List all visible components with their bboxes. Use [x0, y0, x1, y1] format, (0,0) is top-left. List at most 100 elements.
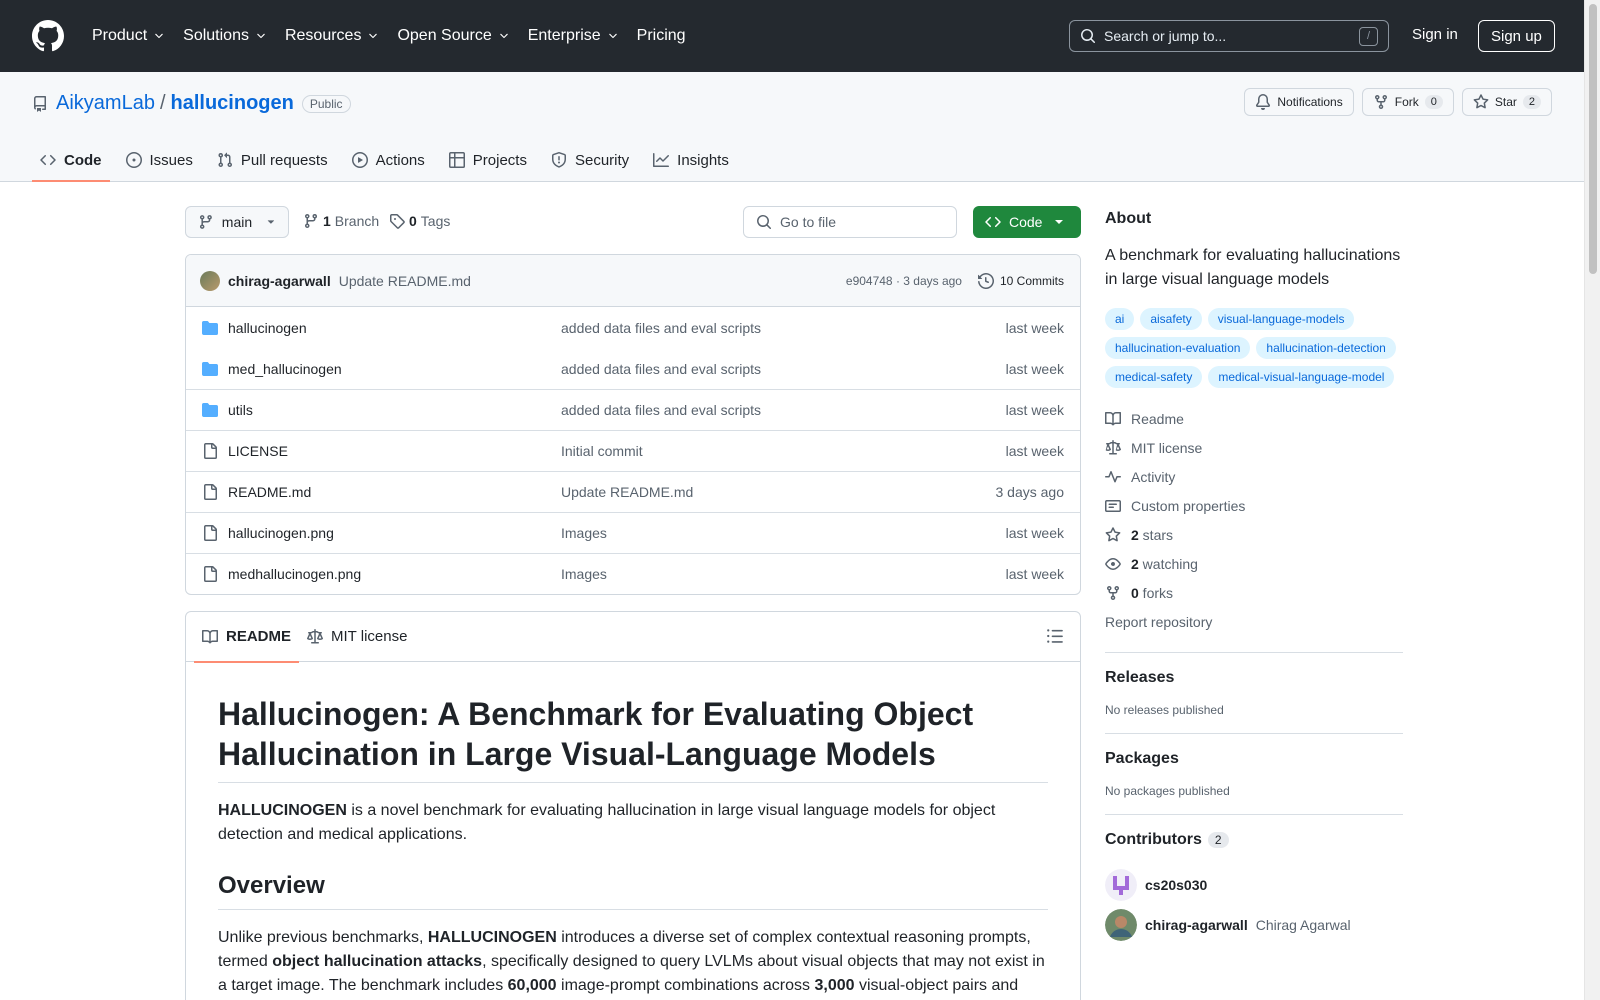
branch-selector[interactable]: main — [185, 206, 289, 238]
github-logo-icon[interactable] — [32, 20, 64, 52]
contributor-item[interactable]: cs20s030 — [1105, 865, 1403, 905]
tab-issues[interactable]: Issues — [118, 138, 201, 182]
tags-link[interactable]: 0 Tags — [389, 213, 450, 229]
file-name-link[interactable]: README.md — [228, 484, 561, 500]
topic-tag[interactable]: hallucination-evaluation — [1105, 337, 1251, 359]
about-link-note[interactable]: Custom properties — [1105, 491, 1403, 520]
commits-history-link[interactable]: 10 Commits — [977, 269, 1064, 293]
report-repository-link[interactable]: Report repository — [1105, 607, 1403, 636]
file-commit-message-link[interactable]: Initial commit — [561, 443, 1006, 459]
branches-link[interactable]: 1 Branch — [303, 213, 379, 229]
file-commit-message-link[interactable]: added data files and eval scripts — [561, 402, 1006, 418]
packages-heading[interactable]: Packages — [1105, 750, 1403, 768]
topic-tag[interactable]: medical-visual-language-model — [1208, 366, 1395, 388]
about-link-law[interactable]: MIT license — [1105, 433, 1403, 462]
scrollbar-thumb[interactable] — [1589, 4, 1597, 274]
fork-icon — [1374, 95, 1387, 110]
intro-bold: HALLUCINOGEN — [218, 802, 347, 819]
file-row[interactable]: medhallucinogen.png Images last week — [186, 553, 1080, 594]
file-row[interactable]: utils added data files and eval scripts la… — [186, 389, 1080, 430]
file-name-link[interactable]: medhallucinogen.png — [228, 566, 561, 582]
bold-text: 60,000 — [507, 977, 557, 994]
tab-actions[interactable]: Actions — [344, 138, 433, 182]
about-link-star[interactable]: 2 stars — [1105, 520, 1403, 549]
law-icon — [1105, 439, 1121, 454]
code-dropdown-button[interactable]: Code — [973, 206, 1081, 238]
commit-message-link[interactable]: Update README.md — [339, 273, 471, 289]
triangle-down-icon — [1055, 220, 1064, 224]
file-commit-message-link[interactable]: added data files and eval scripts — [561, 361, 1006, 377]
file-commit-message-link[interactable]: added data files and eval scripts — [561, 320, 1006, 336]
tab-projects[interactable]: Projects — [441, 138, 535, 182]
file-name-link[interactable]: hallucinogen — [228, 320, 561, 336]
nav-open-source[interactable]: Open Source — [391, 23, 515, 49]
pull-request-icon — [218, 152, 232, 168]
bold-text: 3,000 — [814, 977, 855, 994]
file-row[interactable]: LICENSE Initial commit last week — [186, 430, 1080, 471]
about-link-label: Readme — [1131, 411, 1184, 427]
file-commit-time: last week — [1005, 443, 1064, 459]
bold-text: object hallucination attacks — [272, 953, 483, 970]
list-icon[interactable] — [1046, 627, 1064, 645]
nav-enterprise[interactable]: Enterprise — [522, 23, 625, 49]
about-link-pulse[interactable]: Activity — [1105, 462, 1403, 491]
notifications-button[interactable]: Notifications — [1244, 88, 1354, 116]
file-row[interactable]: hallucinogen added data files and eval sc… — [186, 307, 1080, 348]
nav-solutions[interactable]: Solutions — [177, 23, 273, 49]
book-icon — [202, 629, 218, 643]
repo-owner-link[interactable]: AikyamLab — [56, 92, 155, 115]
avatar[interactable] — [200, 270, 220, 291]
text: visual-object pairs and — [854, 977, 1019, 994]
repo-title: AikyamLab / hallucinogen Public — [32, 92, 351, 115]
tab-insights[interactable]: Insights — [645, 138, 737, 182]
fork-button[interactable]: Fork 0 — [1361, 88, 1454, 116]
global-search-input[interactable]: Search or jump to... / — [1069, 20, 1389, 52]
file-icon — [204, 566, 217, 582]
file-commit-message-link[interactable]: Update README.md — [561, 484, 996, 500]
file-commit-message-link[interactable]: Images — [561, 566, 1006, 582]
signup-button[interactable]: Sign up — [1478, 20, 1555, 52]
topic-tag[interactable]: medical-safety — [1105, 366, 1203, 388]
file-icon — [204, 484, 217, 500]
topic-tag[interactable]: ai — [1105, 308, 1135, 330]
repo-actions: Notifications Fork 0 Star 2 — [1244, 88, 1552, 116]
file-name-link[interactable]: utils — [228, 402, 561, 418]
go-to-file-input[interactable]: Go to file — [743, 206, 957, 238]
commit-hash-time[interactable]: e904748 · 3 days ago — [846, 274, 962, 288]
tab-readme[interactable]: README — [194, 612, 300, 663]
tab-license[interactable]: MIT license — [299, 612, 415, 662]
file-name-link[interactable]: med_hallucinogen — [228, 361, 561, 377]
code-icon — [985, 216, 1001, 228]
global-nav: Product Solutions Resources Open Source … — [86, 23, 692, 49]
star-button[interactable]: Star 2 — [1461, 88, 1552, 116]
tab-label: Issues — [149, 151, 193, 169]
nav-resources[interactable]: Resources — [279, 23, 385, 49]
releases-heading[interactable]: Releases — [1105, 669, 1403, 687]
nav-pricing[interactable]: Pricing — [631, 23, 692, 49]
file-row[interactable]: README.md Update README.md 3 days ago — [186, 471, 1080, 512]
page-scrollbar[interactable] — [1584, 0, 1600, 1000]
topic-tag[interactable]: hallucination-detection — [1256, 337, 1396, 359]
file-row[interactable]: hallucinogen.png Images last week — [186, 512, 1080, 553]
file-name-link[interactable]: hallucinogen.png — [228, 525, 561, 541]
tab-code[interactable]: Code — [32, 138, 110, 182]
tab-pull-requests[interactable]: Pull requests — [209, 138, 336, 182]
divider — [1105, 652, 1403, 653]
nav-product[interactable]: Product — [86, 23, 171, 49]
tag-label: Tags — [420, 213, 451, 229]
contributor-item[interactable]: chirag-agarwall Chirag Agarwal — [1105, 905, 1403, 945]
file-name-link[interactable]: LICENSE — [228, 443, 561, 459]
about-link-fork[interactable]: 0 forks — [1105, 578, 1403, 607]
readme-panel: README MIT license Hallucinogen: A Bench… — [185, 611, 1081, 1000]
topic-tag[interactable]: aisafety — [1140, 308, 1202, 330]
commit-author-link[interactable]: chirag-agarwall — [228, 273, 331, 289]
topic-tag[interactable]: visual-language-models — [1207, 308, 1355, 330]
about-link-book[interactable]: Readme — [1105, 404, 1403, 433]
contributors-link[interactable]: Contributors — [1105, 831, 1202, 849]
file-row[interactable]: med_hallucinogen added data files and eva… — [186, 348, 1080, 389]
about-link-eye[interactable]: 2 watching — [1105, 549, 1403, 578]
file-commit-message-link[interactable]: Images — [561, 525, 1006, 541]
tab-security[interactable]: Security — [543, 138, 637, 182]
repo-name-link[interactable]: hallucinogen — [171, 92, 294, 115]
signin-link[interactable]: Sign in — [1412, 26, 1458, 43]
